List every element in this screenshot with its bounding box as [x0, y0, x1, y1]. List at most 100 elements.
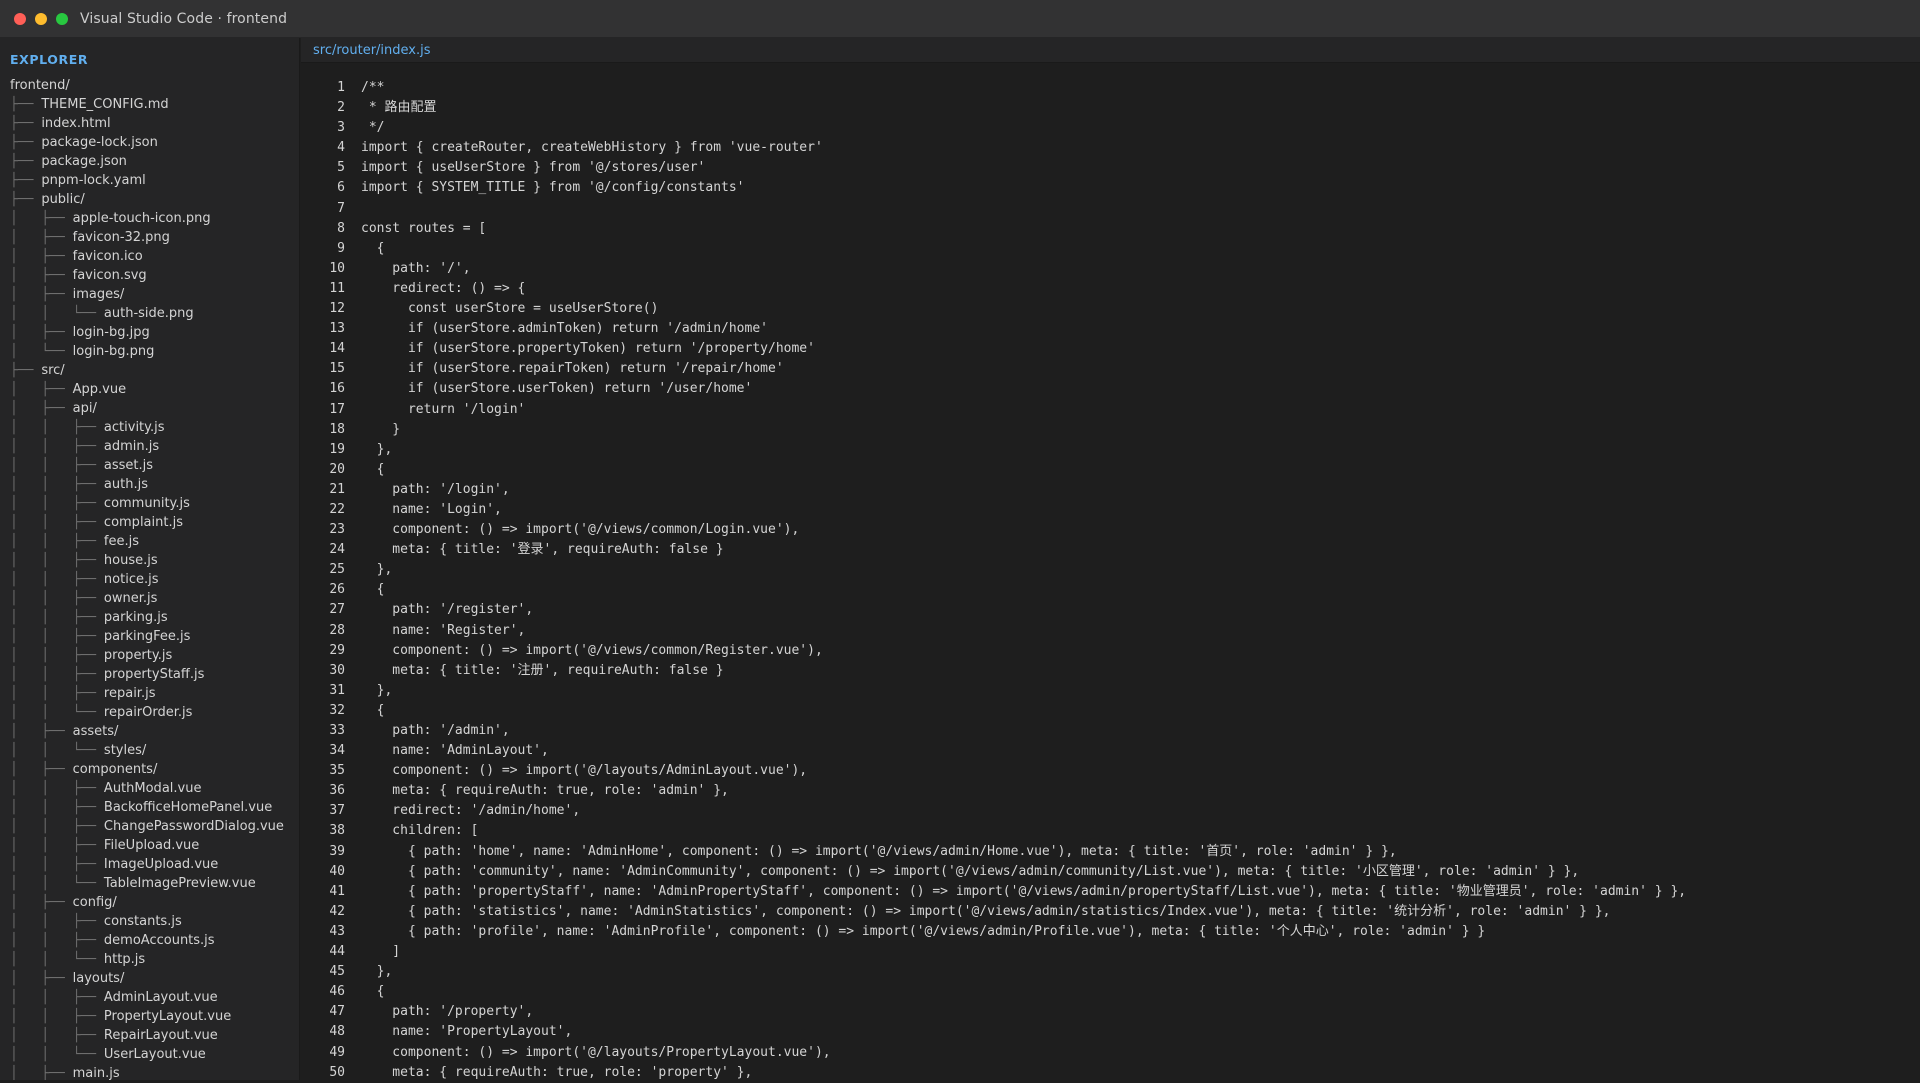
tree-item[interactable]: │ │ └── http.js — [0, 950, 299, 969]
code-line[interactable]: 33 path: '/admin', — [301, 721, 1920, 741]
code-line[interactable]: 16 if (userStore.userToken) return '/use… — [301, 379, 1920, 399]
code-line[interactable]: 35 component: () => import('@/layouts/Ad… — [301, 761, 1920, 781]
code-line[interactable]: 27 path: '/register', — [301, 600, 1920, 620]
code-line[interactable]: 4 import { createRouter, createWebHistory… — [301, 138, 1920, 158]
code-line[interactable]: 15 if (userStore.repairToken) return '/r… — [301, 359, 1920, 379]
tree-item[interactable]: │ │ ├── propertyStaff.js — [0, 665, 299, 684]
code-line[interactable]: 23 component: () => import('@/views/comm… — [301, 520, 1920, 540]
minimize-window-button[interactable] — [35, 12, 47, 25]
code-line[interactable]: 8 const routes = [ — [301, 219, 1920, 239]
tree-item[interactable]: │ │ ├── parkingFee.js — [0, 627, 299, 646]
code-line[interactable]: 37 redirect: '/admin/home', — [301, 801, 1920, 821]
code-line[interactable]: 26 { — [301, 580, 1920, 600]
code-line[interactable]: 49 component: () => import('@/layouts/Pr… — [301, 1043, 1920, 1063]
code-line[interactable]: 9 { — [301, 239, 1920, 259]
tree-item[interactable]: │ │ ├── RepairLayout.vue — [0, 1026, 299, 1045]
code-line[interactable]: 45 }, — [301, 962, 1920, 982]
code-line[interactable]: 22 name: 'Login', — [301, 500, 1920, 520]
code-line[interactable]: 3 */ — [301, 118, 1920, 138]
code-line[interactable]: 40 { path: 'community', name: 'AdminComm… — [301, 862, 1920, 882]
code-line[interactable]: 13 if (userStore.adminToken) return '/ad… — [301, 319, 1920, 339]
code-line[interactable]: 44 ] — [301, 942, 1920, 962]
tree-item[interactable]: │ │ └── auth-side.png — [0, 304, 299, 323]
tree-item[interactable]: │ │ ├── FileUpload.vue — [0, 836, 299, 855]
code-line[interactable]: 14 if (userStore.propertyToken) return '… — [301, 339, 1920, 359]
tree-item[interactable]: │ ├── main.js — [0, 1064, 299, 1080]
code-line[interactable]: 29 component: () => import('@/views/comm… — [301, 641, 1920, 661]
tree-item[interactable]: │ │ ├── PropertyLayout.vue — [0, 1007, 299, 1026]
code-line[interactable]: 24 meta: { title: '登录', requireAuth: fal… — [301, 540, 1920, 560]
tree-item[interactable]: │ │ └── TableImagePreview.vue — [0, 874, 299, 893]
code-line[interactable]: 20 { — [301, 460, 1920, 480]
tree-item[interactable]: │ │ └── UserLayout.vue — [0, 1045, 299, 1064]
tree-item[interactable]: │ │ ├── ImageUpload.vue — [0, 855, 299, 874]
code-line[interactable]: 11 redirect: () => { — [301, 279, 1920, 299]
tree-item[interactable]: │ ├── assets/ — [0, 722, 299, 741]
tree-item[interactable]: │ │ ├── AdminLayout.vue — [0, 988, 299, 1007]
tree-item[interactable]: │ │ ├── property.js — [0, 646, 299, 665]
tree-item[interactable]: │ │ ├── asset.js — [0, 456, 299, 475]
tree-item[interactable]: │ │ ├── complaint.js — [0, 513, 299, 532]
tree-item[interactable]: ├── THEME_CONFIG.md — [0, 95, 299, 114]
code-line[interactable]: 28 name: 'Register', — [301, 621, 1920, 641]
code-line[interactable]: 38 children: [ — [301, 821, 1920, 841]
tree-item[interactable]: │ │ ├── house.js — [0, 551, 299, 570]
tree-item[interactable]: │ │ ├── ChangePasswordDialog.vue — [0, 817, 299, 836]
tree-item[interactable]: │ ├── login-bg.jpg — [0, 323, 299, 342]
code-line[interactable]: 17 return '/login' — [301, 400, 1920, 420]
code-line[interactable]: 1 /** — [301, 78, 1920, 98]
code-line[interactable]: 6 import { SYSTEM_TITLE } from '@/config/… — [301, 178, 1920, 198]
code-view[interactable]: 1/** 2 * 路由配置 3 */4 import { createRouter, … — [301, 63, 1920, 1083]
maximize-window-button[interactable] — [56, 12, 68, 25]
code-line[interactable]: 10 path: '/', — [301, 259, 1920, 279]
close-window-button[interactable] — [14, 12, 26, 25]
tree-item[interactable]: │ │ ├── community.js — [0, 494, 299, 513]
tree-item[interactable]: ├── public/ — [0, 190, 299, 209]
tree-item[interactable]: │ │ ├── activity.js — [0, 418, 299, 437]
tree-item[interactable]: │ ├── favicon.svg — [0, 266, 299, 285]
code-line[interactable]: 48 name: 'PropertyLayout', — [301, 1022, 1920, 1042]
tree-item[interactable]: │ │ ├── auth.js — [0, 475, 299, 494]
code-line[interactable]: 47 path: '/property', — [301, 1002, 1920, 1022]
tree-item[interactable]: │ │ ├── notice.js — [0, 570, 299, 589]
tree-item[interactable]: │ ├── favicon.ico — [0, 247, 299, 266]
tree-item[interactable]: ├── src/ — [0, 361, 299, 380]
tree-item[interactable]: │ ├── components/ — [0, 760, 299, 779]
tree-item[interactable]: │ │ └── repairOrder.js — [0, 703, 299, 722]
tree-item[interactable]: │ ├── api/ — [0, 399, 299, 418]
tree-item[interactable]: │ │ ├── AuthModal.vue — [0, 779, 299, 798]
code-line[interactable]: 21 path: '/login', — [301, 480, 1920, 500]
code-line[interactable]: 46 { — [301, 982, 1920, 1002]
code-line[interactable]: 19 }, — [301, 440, 1920, 460]
tree-item[interactable]: │ ├── favicon-32.png — [0, 228, 299, 247]
code-line[interactable]: 41 { path: 'propertyStaff', name: 'Admin… — [301, 882, 1920, 902]
code-line[interactable]: 30 meta: { title: '注册', requireAuth: fal… — [301, 661, 1920, 681]
code-line[interactable]: 34 name: 'AdminLayout', — [301, 741, 1920, 761]
tree-item[interactable]: │ │ └── styles/ — [0, 741, 299, 760]
tab-router-index-js[interactable]: src/router/index.js — [301, 43, 431, 58]
tree-item[interactable]: ├── package-lock.json — [0, 133, 299, 152]
code-line[interactable]: 12 const userStore = useUserStore() — [301, 299, 1920, 319]
code-line[interactable]: 32 { — [301, 701, 1920, 721]
code-line[interactable]: 31 }, — [301, 681, 1920, 701]
tree-item[interactable]: ├── package.json — [0, 152, 299, 171]
tree-item[interactable]: │ └── login-bg.png — [0, 342, 299, 361]
tree-item[interactable]: │ ├── config/ — [0, 893, 299, 912]
code-line[interactable]: 42 { path: 'statistics', name: 'AdminSta… — [301, 902, 1920, 922]
tree-item[interactable]: │ ├── images/ — [0, 285, 299, 304]
tree-item[interactable]: │ ├── App.vue — [0, 380, 299, 399]
tree-item[interactable]: │ │ ├── BackofficeHomePanel.vue — [0, 798, 299, 817]
code-line[interactable]: 39 { path: 'home', name: 'AdminHome', co… — [301, 842, 1920, 862]
tree-item[interactable]: │ ├── layouts/ — [0, 969, 299, 988]
tree-item[interactable]: ├── index.html — [0, 114, 299, 133]
tree-item[interactable]: │ │ ├── owner.js — [0, 589, 299, 608]
tree-item[interactable]: │ │ ├── fee.js — [0, 532, 299, 551]
code-line[interactable]: 25 }, — [301, 560, 1920, 580]
tree-item[interactable]: │ │ ├── demoAccounts.js — [0, 931, 299, 950]
code-line[interactable]: 5 import { useUserStore } from '@/stores/… — [301, 158, 1920, 178]
tree-item[interactable]: frontend/ — [0, 76, 299, 95]
code-line[interactable]: 36 meta: { requireAuth: true, role: 'adm… — [301, 781, 1920, 801]
tree-item[interactable]: │ │ ├── constants.js — [0, 912, 299, 931]
tree-item[interactable]: │ ├── apple-touch-icon.png — [0, 209, 299, 228]
tree-item[interactable]: ├── pnpm-lock.yaml — [0, 171, 299, 190]
